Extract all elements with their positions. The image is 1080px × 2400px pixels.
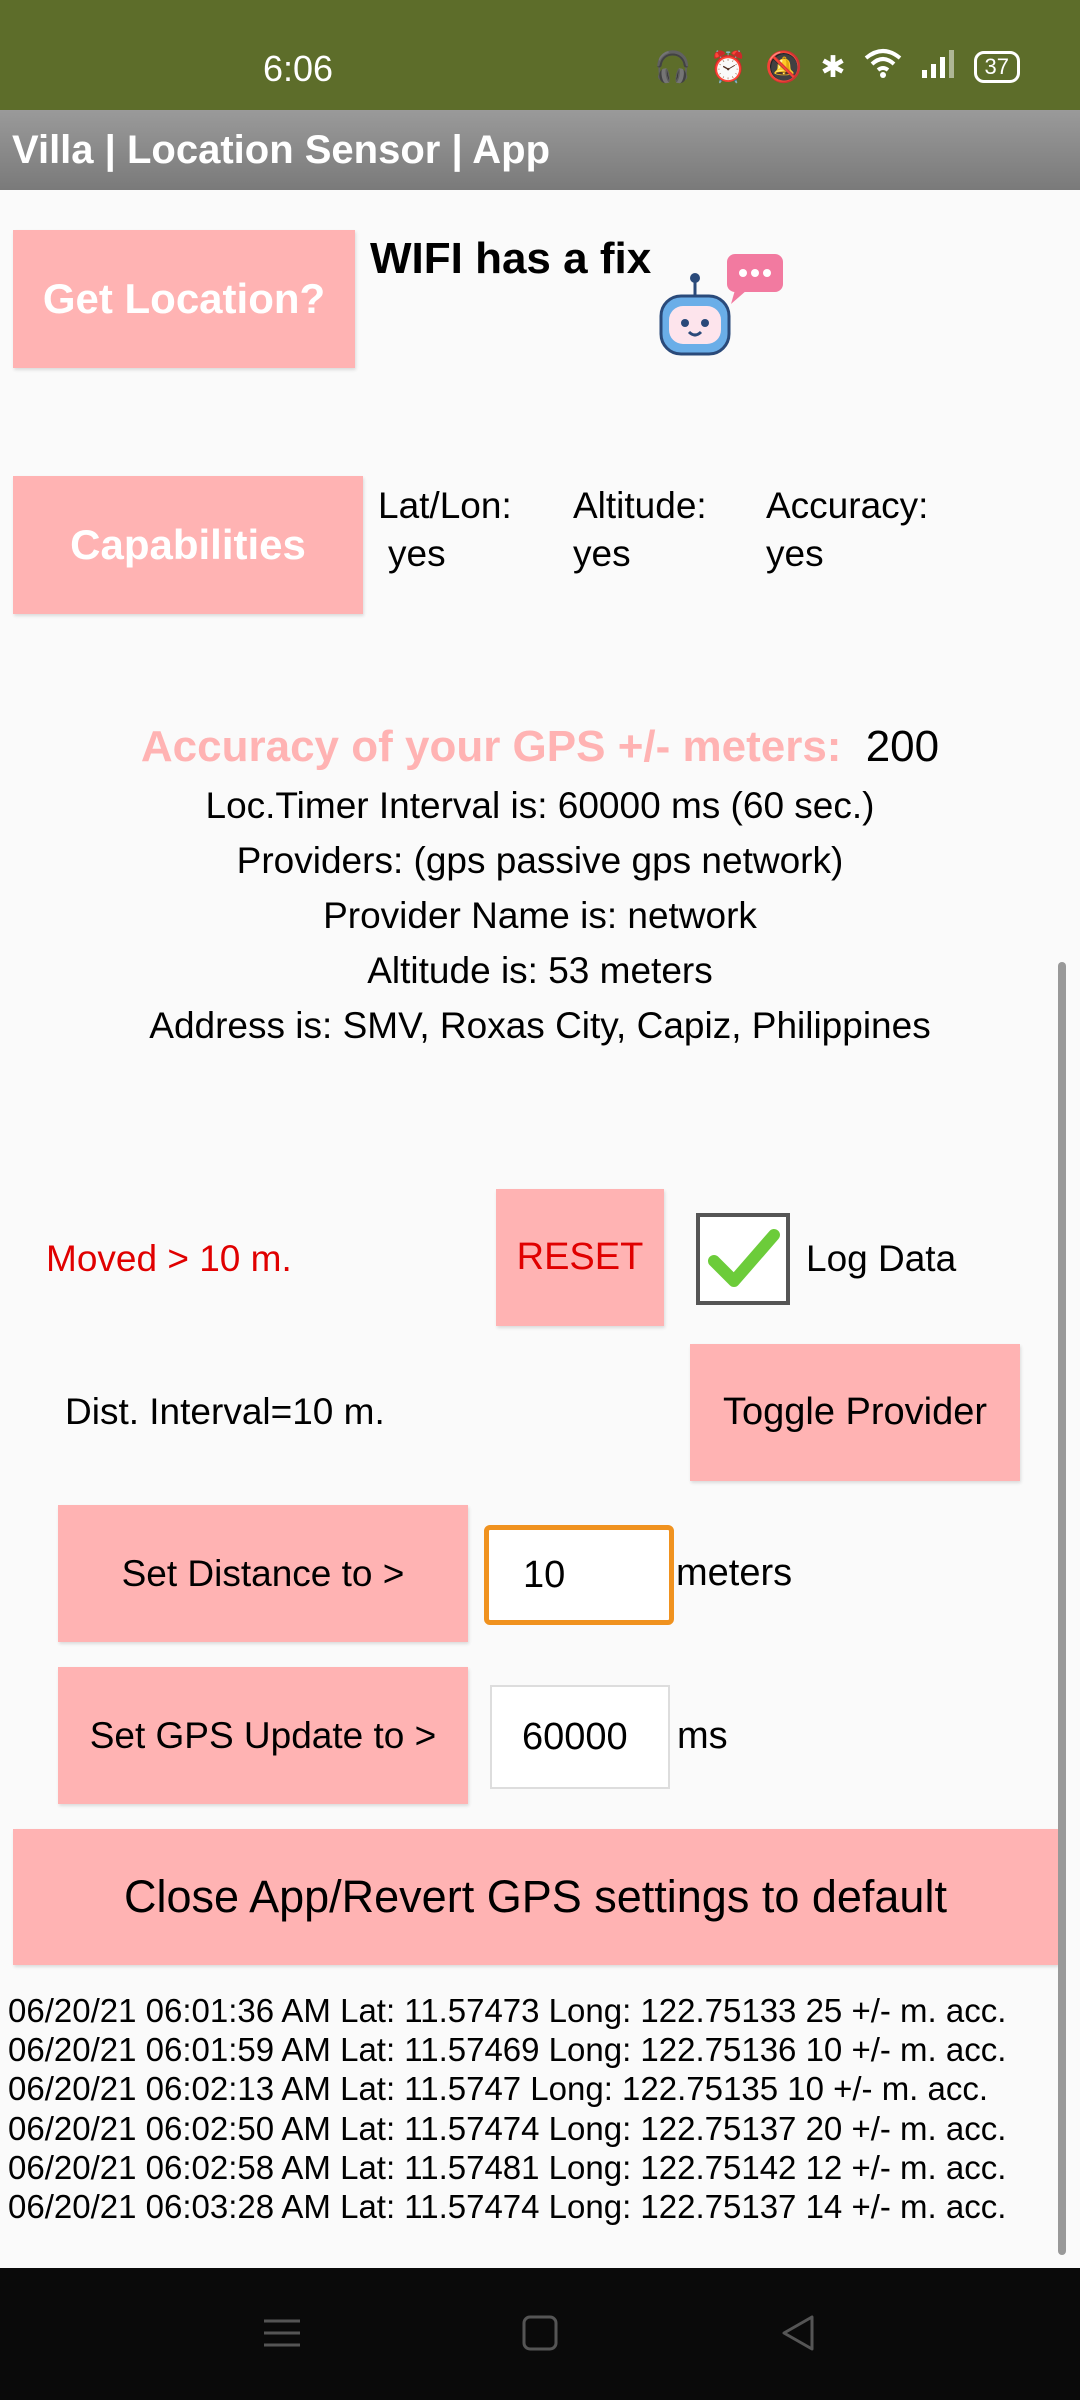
capability-accuracy-label: Accuracy:	[766, 485, 929, 526]
timer-interval: Loc.Timer Interval is: 60000 ms (60 sec.…	[205, 785, 875, 826]
log-entry: 06/20/21 06:02:50 AM Lat: 11.57474 Long:…	[8, 2110, 1007, 2147]
scrollbar[interactable]	[1058, 962, 1066, 2255]
set-gps-update-button[interactable]: Set GPS Update to >	[58, 1667, 468, 1804]
capabilities-button[interactable]: Capabilities	[13, 476, 363, 614]
log-entry: 06/20/21 06:01:36 AM Lat: 11.57473 Long:…	[8, 1992, 1007, 2029]
capability-latlon-value: yes	[388, 533, 446, 574]
capability-latlon-label: Lat/Lon:	[378, 485, 512, 526]
signal-icon	[920, 48, 956, 86]
fix-status: WIFI has a fix	[370, 234, 652, 283]
capability-altitude-value: yes	[573, 533, 631, 574]
status-bar: 6:06 🎧 ⏰ 🔕 ✱ 37	[0, 0, 1080, 110]
log-entry: 06/20/21 06:03:28 AM Lat: 11.57474 Long:…	[8, 2188, 1007, 2225]
accuracy-value: 200	[865, 722, 940, 771]
capabilities-label: Capabilities	[70, 521, 306, 568]
gps-update-unit: ms	[677, 1715, 728, 1757]
capability-altitude: Altitude: yes	[573, 482, 707, 578]
menu-icon[interactable]	[262, 2313, 302, 2358]
address-text: Address is: SMV, Roxas City, Capiz, Phil…	[149, 1005, 931, 1046]
log-data-label: Log Data	[806, 1238, 957, 1279]
get-location-button[interactable]: Get Location?	[13, 230, 355, 368]
capability-latlon: Lat/Lon: yes	[378, 482, 512, 578]
bluetooth-icon: ✱	[820, 50, 846, 84]
checkmark-icon	[708, 1229, 780, 1287]
distance-interval-text: Dist. Interval=10 m.	[65, 1391, 385, 1432]
log-entry: 06/20/21 06:02:13 AM Lat: 11.5747 Long: …	[8, 2070, 989, 2107]
providers-text: Providers: (gps passive gps network)	[236, 840, 844, 881]
wifi-icon	[864, 48, 902, 86]
accuracy-line: Accuracy of your GPS +/- meters: 200	[0, 722, 1080, 772]
set-distance-button[interactable]: Set Distance to >	[58, 1505, 468, 1642]
headphones-icon: 🎧	[654, 50, 692, 84]
toggle-provider-button[interactable]: Toggle Provider	[690, 1344, 1020, 1481]
battery-icon: 37	[973, 51, 1020, 83]
status-icons: 🎧 ⏰ 🔕 ✱ 37	[654, 48, 1020, 86]
status-time: 6:06	[263, 48, 334, 89]
accuracy-label: Accuracy of your GPS +/- meters:	[140, 722, 842, 771]
alarm-icon: ⏰	[709, 50, 748, 84]
reset-button[interactable]: RESET	[496, 1189, 664, 1326]
capability-accuracy-value: yes	[766, 533, 824, 574]
mute-vibrate-icon: 🔕	[765, 50, 803, 84]
capability-accuracy: Accuracy: yes	[766, 482, 928, 578]
home-icon[interactable]	[520, 2313, 560, 2358]
navigation-bar	[0, 2268, 1080, 2400]
log-entry: 06/20/21 06:01:59 AM Lat: 11.57469 Long:…	[8, 2031, 1007, 2068]
capability-altitude-label: Altitude:	[573, 485, 707, 526]
moved-text: Moved > 10 m.	[46, 1238, 292, 1279]
back-icon[interactable]	[778, 2313, 818, 2358]
gps-update-input[interactable]: 60000	[490, 1685, 670, 1789]
distance-input[interactable]: 10	[484, 1525, 674, 1625]
get-location-label: Get Location?	[42, 275, 326, 322]
altitude-text: Altitude is: 53 meters	[367, 950, 713, 991]
distance-unit: meters	[676, 1552, 793, 1594]
log-entry: 06/20/21 06:02:58 AM Lat: 11.57481 Long:…	[8, 2149, 1007, 2186]
log-data-checkbox[interactable]	[696, 1213, 790, 1305]
provider-name: Provider Name is: network	[323, 895, 757, 936]
app-title: Villa | Location Sensor | App	[0, 110, 1080, 190]
close-app-button[interactable]: Close App/Revert GPS settings to default	[13, 1829, 1058, 1965]
robot-chat-icon	[655, 252, 785, 362]
